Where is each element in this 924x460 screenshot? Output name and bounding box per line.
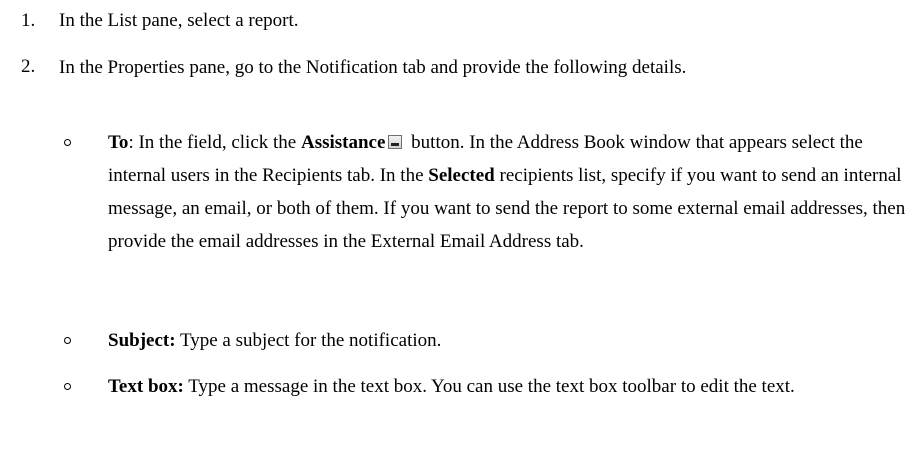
field-label-subject: Subject: [108,330,176,351]
step-text: In the List pane, select a report. [59,10,299,31]
bullet-text-part: : In the field, click the [128,132,301,153]
document-page: 1. In the List pane, select a report. 2.… [0,0,924,460]
bullet-text: Subject: Type a subject for the notifica… [108,324,908,357]
bullet-circle-icon [64,139,71,146]
assistance-button-icon [388,135,403,149]
bullet-text-part: Type a message in the text box. You can … [183,376,795,397]
step-text: In the Properties pane, go to the Notifi… [59,57,687,78]
bullet-circle-icon [64,383,71,390]
bullet-text-part: Type a subject for the notification. [175,330,442,351]
assistance-label: Assistance [300,132,386,153]
step-number: 1. [21,10,36,31]
bullet-text: Text box: Type a message in the text box… [108,370,908,403]
field-label-textbox: Text box: [108,376,184,397]
field-label-to: To [108,132,129,153]
bullet-text: To: In the field, click the Assistance b… [108,126,908,258]
selected-label: Selected [428,165,495,186]
step-number: 2. [21,56,36,77]
bullet-circle-icon [64,337,71,344]
